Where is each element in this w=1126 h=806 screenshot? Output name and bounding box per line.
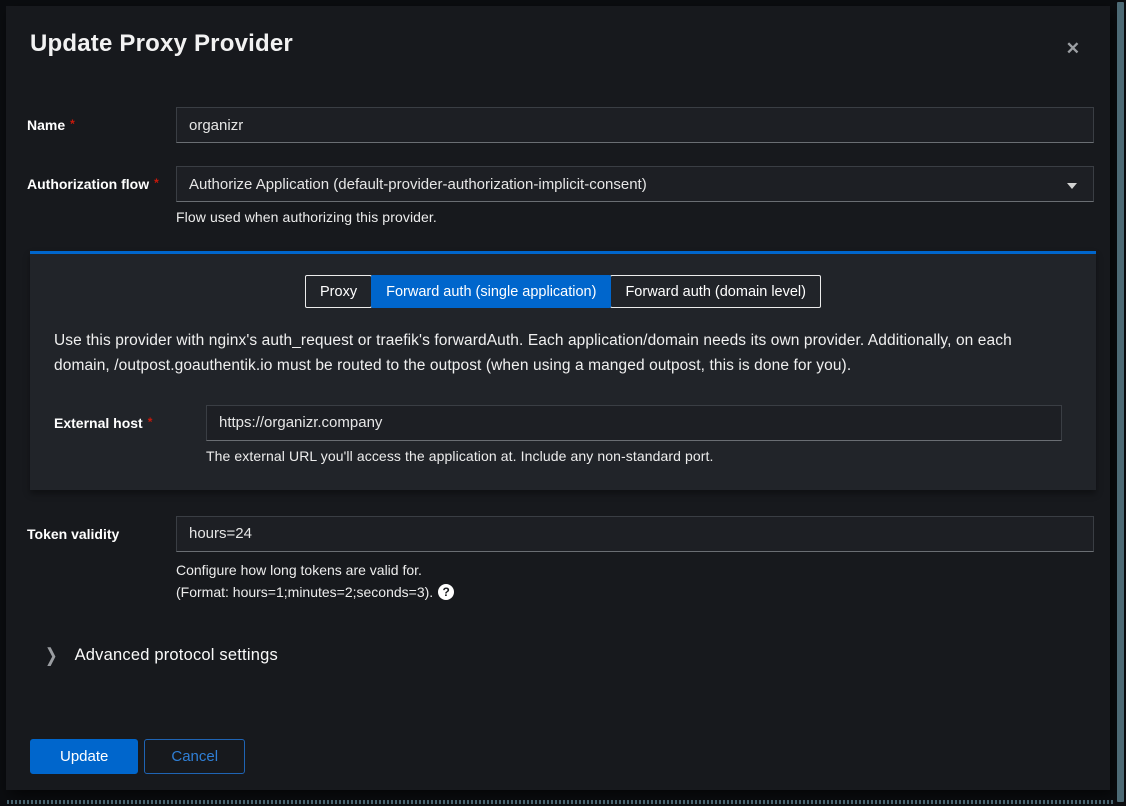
external-host-help: The external URL you'll access the appli… — [206, 448, 1062, 464]
mode-description: Use this provider with nginx's auth_requ… — [54, 329, 1064, 379]
authorization-flow-label-text: Authorization flow — [27, 176, 149, 192]
token-validity-label-text: Token validity — [27, 526, 119, 542]
mode-tab-proxy[interactable]: Proxy — [305, 275, 372, 308]
external-host-label: External host * — [54, 415, 206, 431]
token-validity-label: Token validity — [27, 526, 176, 542]
external-host-input[interactable] — [206, 405, 1062, 441]
authorization-flow-help: Flow used when authorizing this provider… — [176, 209, 1094, 225]
page-background: Update Proxy Provider ✕ Name * Authorizat… — [0, 0, 1126, 806]
authorization-flow-selected-value: Authorize Application (default-provider-… — [189, 176, 647, 193]
external-host-row: External host * The external URL you'll a… — [54, 405, 1072, 464]
name-input[interactable] — [176, 107, 1094, 143]
help-icon[interactable]: ? — [438, 584, 454, 600]
cancel-button[interactable]: Cancel — [144, 739, 245, 774]
name-field-row: Name * — [27, 107, 1094, 143]
chevron-right-icon: ❯ — [45, 644, 58, 667]
name-label: Name * — [27, 117, 176, 133]
token-validity-help-2: (Format: hours=1;minutes=2;seconds=3). ? — [176, 584, 1094, 600]
name-label-text: Name — [27, 117, 65, 133]
advanced-protocol-settings-label: Advanced protocol settings — [75, 646, 278, 665]
modal-body: Name * Authorization flow * Authorize Appl… — [6, 63, 1110, 739]
page-edge-bottom — [7, 800, 1115, 804]
page-edge-strip — [1117, 2, 1124, 802]
authorization-flow-select[interactable]: Authorize Application (default-provider-… — [176, 166, 1094, 202]
authorization-flow-label: Authorization flow * — [27, 176, 176, 192]
authorization-flow-row: Authorization flow * Authorize Applicatio… — [27, 166, 1094, 225]
provider-mode-card: Proxy Forward auth (single application) … — [30, 251, 1096, 490]
provider-mode-toggle-group: Proxy Forward auth (single application) … — [54, 275, 1072, 308]
mode-tab-forward-auth-domain[interactable]: Forward auth (domain level) — [610, 275, 821, 308]
token-validity-help-1: Configure how long tokens are valid for. — [176, 562, 1094, 578]
token-validity-input[interactable] — [176, 516, 1094, 552]
update-proxy-provider-modal: Update Proxy Provider ✕ Name * Authorizat… — [6, 6, 1110, 790]
mode-tab-forward-auth-single[interactable]: Forward auth (single application) — [371, 275, 611, 308]
required-asterisk: * — [148, 415, 153, 429]
token-validity-format-text: (Format: hours=1;minutes=2;seconds=3). — [176, 584, 433, 600]
update-button[interactable]: Update — [30, 739, 138, 774]
required-asterisk: * — [154, 176, 159, 190]
advanced-protocol-settings-expander[interactable]: ❯ Advanced protocol settings — [27, 646, 1094, 665]
external-host-label-text: External host — [54, 415, 143, 431]
close-icon[interactable]: ✕ — [1060, 34, 1086, 63]
required-asterisk: * — [70, 117, 75, 131]
token-validity-row: Token validity Configure how long tokens… — [27, 516, 1094, 600]
modal-footer: Update Cancel — [6, 739, 1110, 790]
modal-title: Update Proxy Provider — [30, 30, 293, 58]
modal-header: Update Proxy Provider ✕ — [6, 6, 1110, 63]
chevron-down-icon — [1067, 183, 1077, 189]
